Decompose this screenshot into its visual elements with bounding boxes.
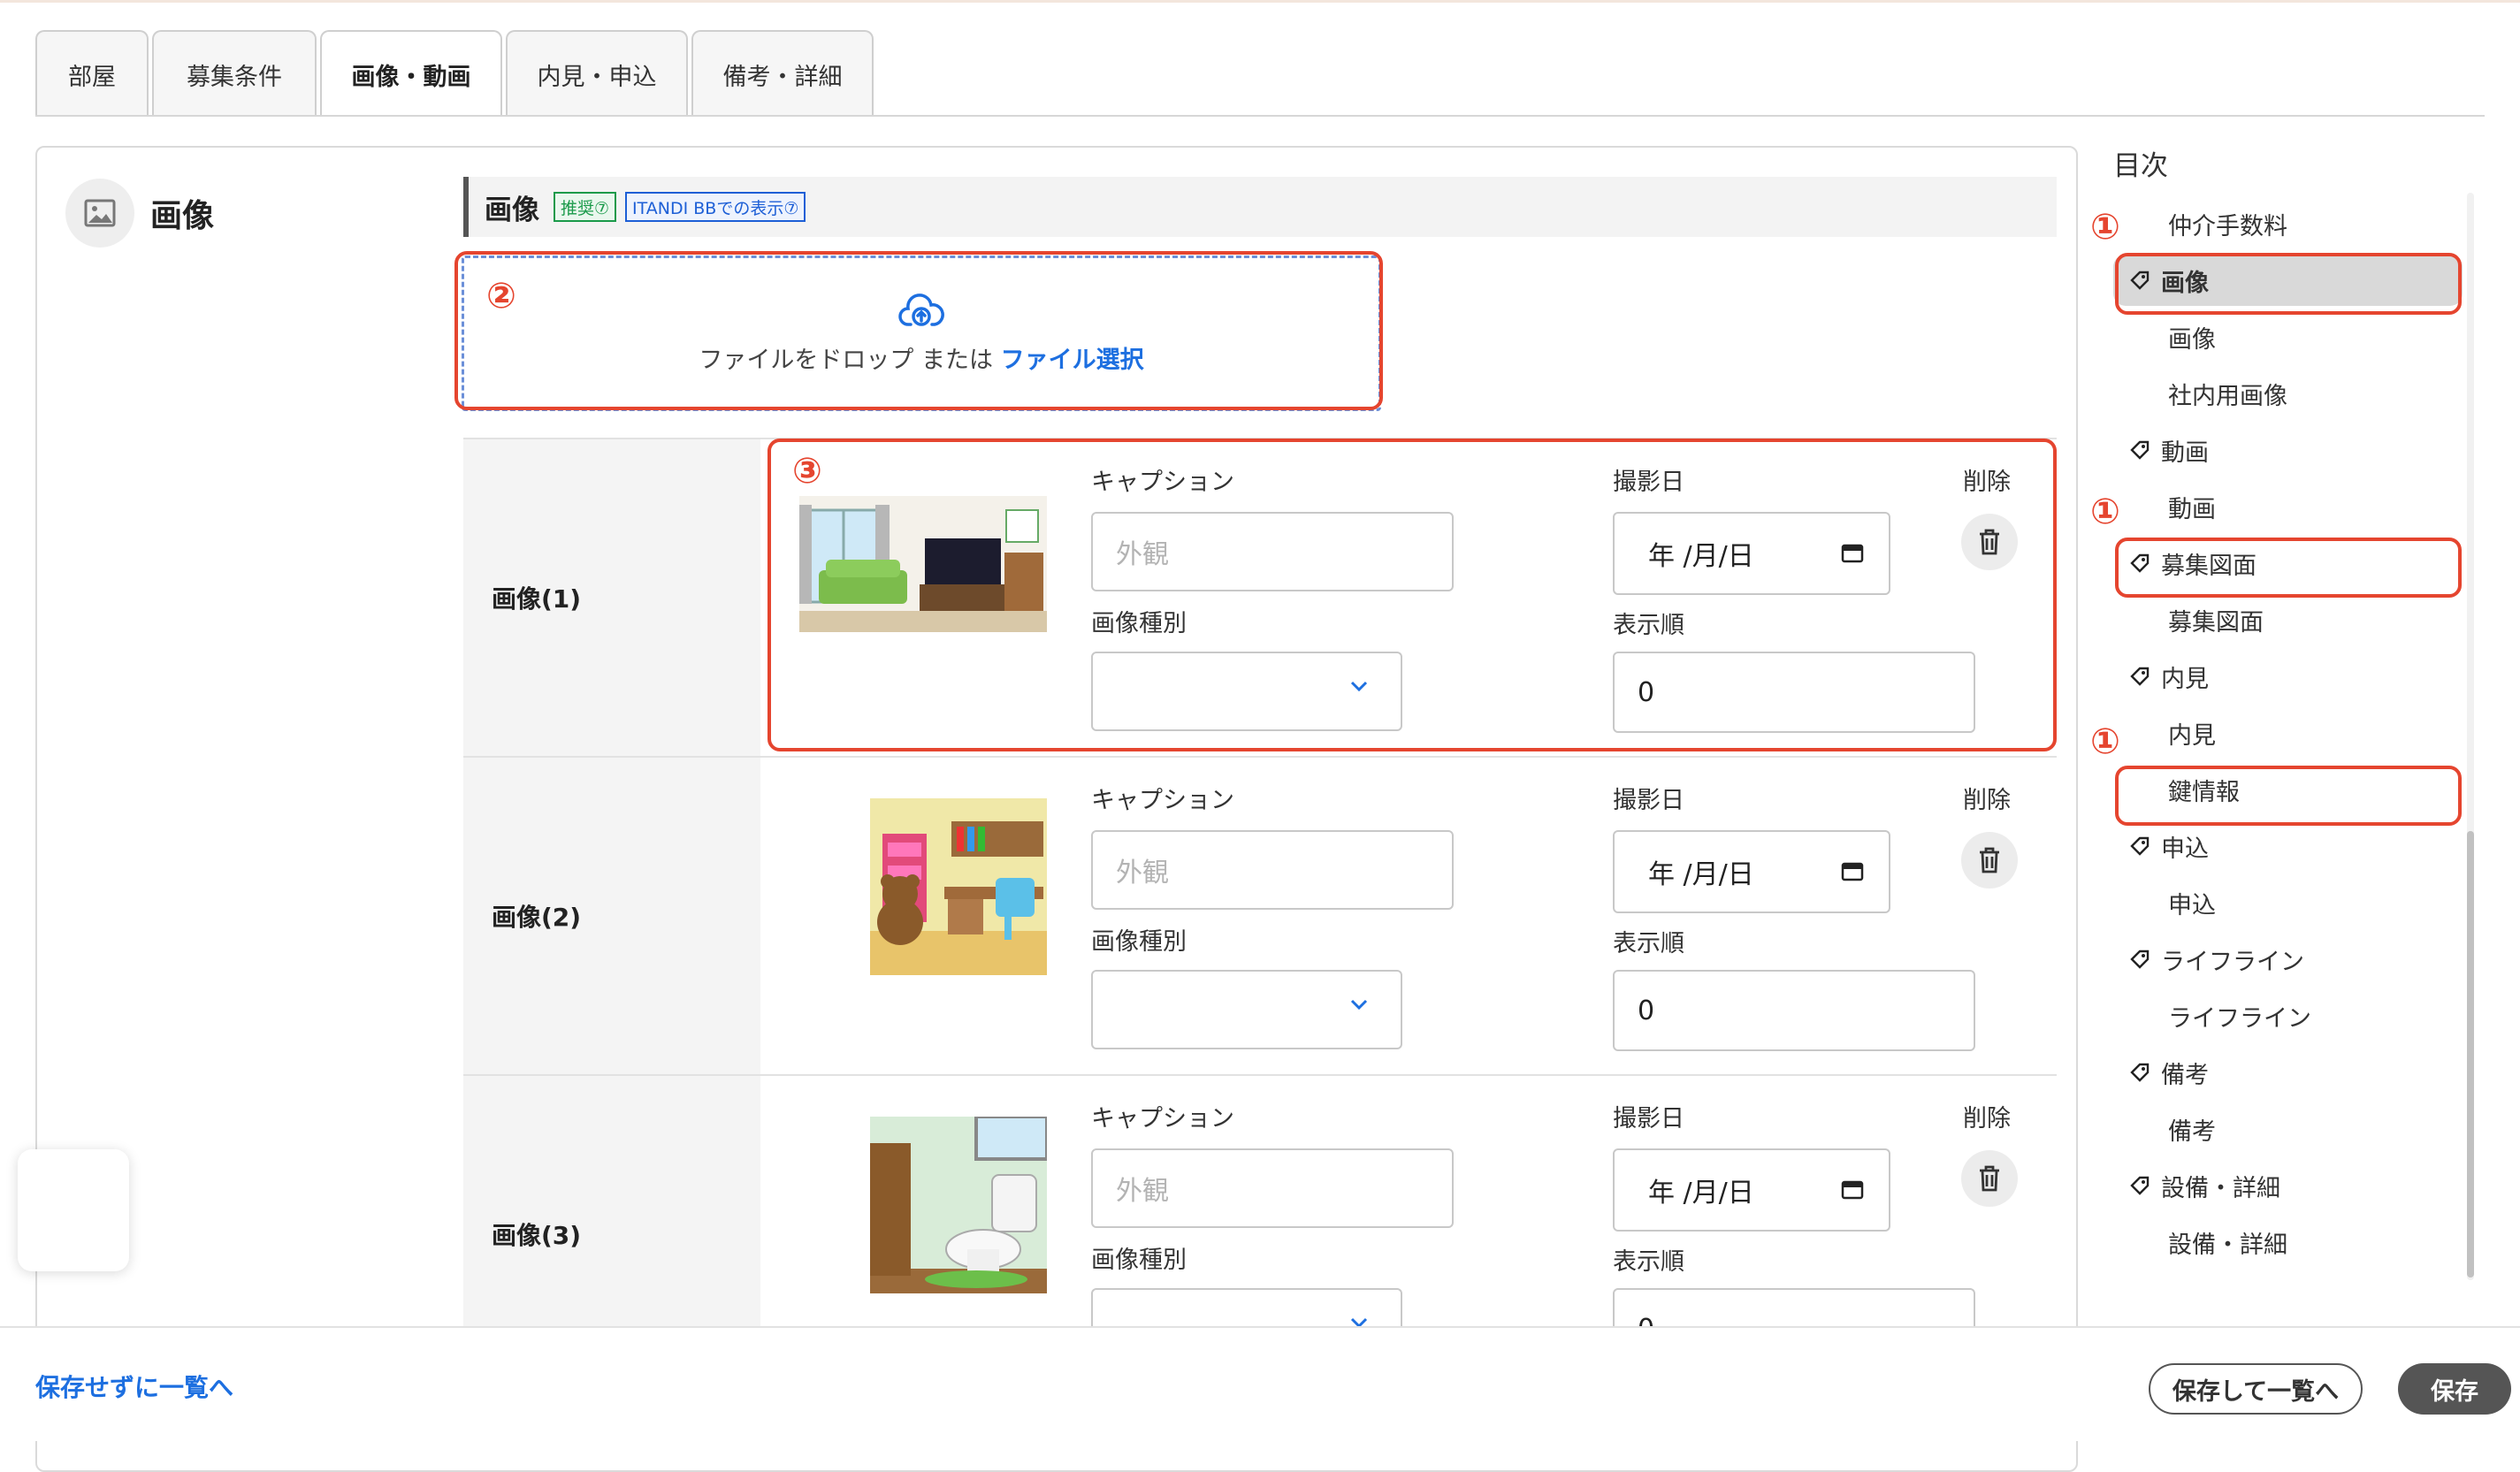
- caption-input[interactable]: 外観: [1091, 830, 1454, 910]
- toc-item[interactable]: 備考: [2113, 1047, 2463, 1098]
- toc-item[interactable]: 内見: [2113, 651, 2463, 702]
- image-type-label: 画像種別: [1091, 928, 1187, 956]
- floating-widget[interactable]: [18, 1149, 129, 1271]
- tag-icon: [2130, 1176, 2150, 1195]
- toc-item[interactable]: 募集図面: [2113, 594, 2463, 645]
- itandi-bb-display-badge[interactable]: ITANDI BBでの表示⑦: [625, 192, 806, 222]
- shoot-date-label: 撮影日: [1613, 787, 1684, 814]
- caption-label: キャプション: [1091, 1105, 1234, 1133]
- caption-label: キャプション: [1091, 787, 1234, 814]
- shoot-date-input[interactable]: 年 /月/日: [1613, 1148, 1890, 1232]
- tab-notes-details[interactable]: 備考・詳細: [691, 30, 874, 117]
- section-title: 画像: [150, 198, 215, 234]
- tab-divider: [35, 115, 2485, 117]
- toc-title: 目次: [2113, 150, 2168, 182]
- toc-item[interactable]: ライフライン: [2113, 934, 2463, 985]
- toc-item[interactable]: 設備・詳細: [2113, 1216, 2463, 1268]
- toilet-thumbnail: [870, 1117, 1047, 1293]
- toc-item[interactable]: 備考: [2113, 1103, 2463, 1155]
- tag-icon: [2130, 1063, 2150, 1082]
- toc-item[interactable]: ライフライン: [2113, 990, 2463, 1041]
- delete-button[interactable]: [1961, 832, 2018, 889]
- tab-viewing-application[interactable]: 内見・申込: [506, 30, 688, 117]
- tag-icon: [2130, 950, 2150, 969]
- image-type-label: 画像種別: [1091, 1247, 1187, 1274]
- callout-dropzone: [454, 251, 1383, 410]
- callout-number-1: ①: [2090, 207, 2120, 248]
- date-value: 年 /月/日: [1648, 859, 1754, 890]
- toc-item[interactable]: 申込: [2113, 877, 2463, 928]
- calendar-icon[interactable]: [1841, 1178, 1864, 1200]
- toc-item[interactable]: 設備・詳細: [2113, 1160, 2463, 1211]
- row-label: 画像(2): [463, 758, 760, 1074]
- toc-item[interactable]: 画像: [2113, 311, 2463, 362]
- recommended-badge[interactable]: 推奨⑦: [554, 192, 617, 222]
- display-order-label: 表示順: [1613, 1248, 1684, 1276]
- display-order-label: 表示順: [1613, 930, 1684, 957]
- top-divider: [0, 0, 2520, 3]
- toc-item[interactable]: 社内用画像: [2113, 368, 2463, 419]
- row-label: 画像(1): [463, 439, 760, 756]
- save-and-list-button[interactable]: 保存して一覧へ: [2149, 1363, 2363, 1415]
- table-of-contents: 仲介手数料 画像 画像 社内用画像 動画 動画 募集図面 募集図面 内見 内見 …: [2113, 193, 2467, 1280]
- back-without-saving-link[interactable]: 保存せずに一覧へ: [35, 1369, 233, 1404]
- trash-icon: [1980, 1165, 1999, 1192]
- toc-scrollbar-thumb[interactable]: [2467, 831, 2474, 1278]
- kids-room-thumbnail: [870, 798, 1047, 975]
- tag-icon: [2130, 836, 2150, 856]
- tab-room[interactable]: 部屋: [35, 30, 149, 117]
- footer-bar: 保存せずに一覧へ 保存して一覧へ 保存: [0, 1326, 2520, 1441]
- shoot-date-input[interactable]: 年 /月/日: [1613, 830, 1890, 913]
- image-icon: [65, 179, 134, 248]
- delete-label: 削除: [1963, 1105, 2011, 1133]
- date-value: 年 /月/日: [1648, 1178, 1754, 1209]
- subsection-header: 画像 推奨⑦ ITANDI BBでの表示⑦: [463, 177, 2057, 237]
- tag-icon: [2130, 440, 2150, 460]
- chevron-down-icon: [1350, 999, 1368, 1011]
- delete-label: 削除: [1963, 787, 2011, 814]
- toc-item[interactable]: 内見: [2113, 707, 2463, 759]
- save-button[interactable]: 保存: [2398, 1363, 2511, 1415]
- callout-number-3: ③: [792, 451, 822, 492]
- callout-image-row: [767, 439, 2057, 751]
- callout-toc-key-info: [2115, 766, 2462, 826]
- callout-toc-images: [2115, 253, 2462, 315]
- display-order-input[interactable]: 0: [1613, 970, 1975, 1051]
- toc-item[interactable]: 仲介手数料: [2113, 198, 2463, 249]
- image-type-select[interactable]: [1091, 970, 1402, 1049]
- toc-item[interactable]: 動画: [2113, 424, 2463, 476]
- tab-conditions[interactable]: 募集条件: [152, 30, 317, 117]
- caption-input[interactable]: 外観: [1091, 1148, 1454, 1228]
- tag-icon: [2130, 667, 2150, 686]
- shoot-date-label: 撮影日: [1613, 1105, 1684, 1133]
- callout-toc-recruitment-drawing: [2115, 538, 2462, 598]
- toc-item[interactable]: 動画: [2113, 481, 2463, 532]
- callout-number-1: ①: [2090, 721, 2120, 762]
- callout-number-2: ②: [486, 276, 516, 317]
- toc-item[interactable]: 申込: [2113, 820, 2463, 872]
- subsection-title: 画像: [485, 194, 539, 226]
- tab-images-videos[interactable]: 画像・動画: [320, 30, 502, 117]
- delete-button[interactable]: [1961, 1150, 2018, 1207]
- trash-icon: [1980, 847, 1999, 873]
- calendar-icon[interactable]: [1841, 860, 1864, 881]
- callout-number-1: ①: [2090, 492, 2120, 532]
- tab-bar: 部屋 募集条件 画像・動画 内見・申込 備考・詳細: [35, 30, 874, 117]
- image-row: 画像(2) キャプション 外観 画像種別 撮影日 年 /月/日 表示順 0 削除: [463, 756, 2057, 1074]
